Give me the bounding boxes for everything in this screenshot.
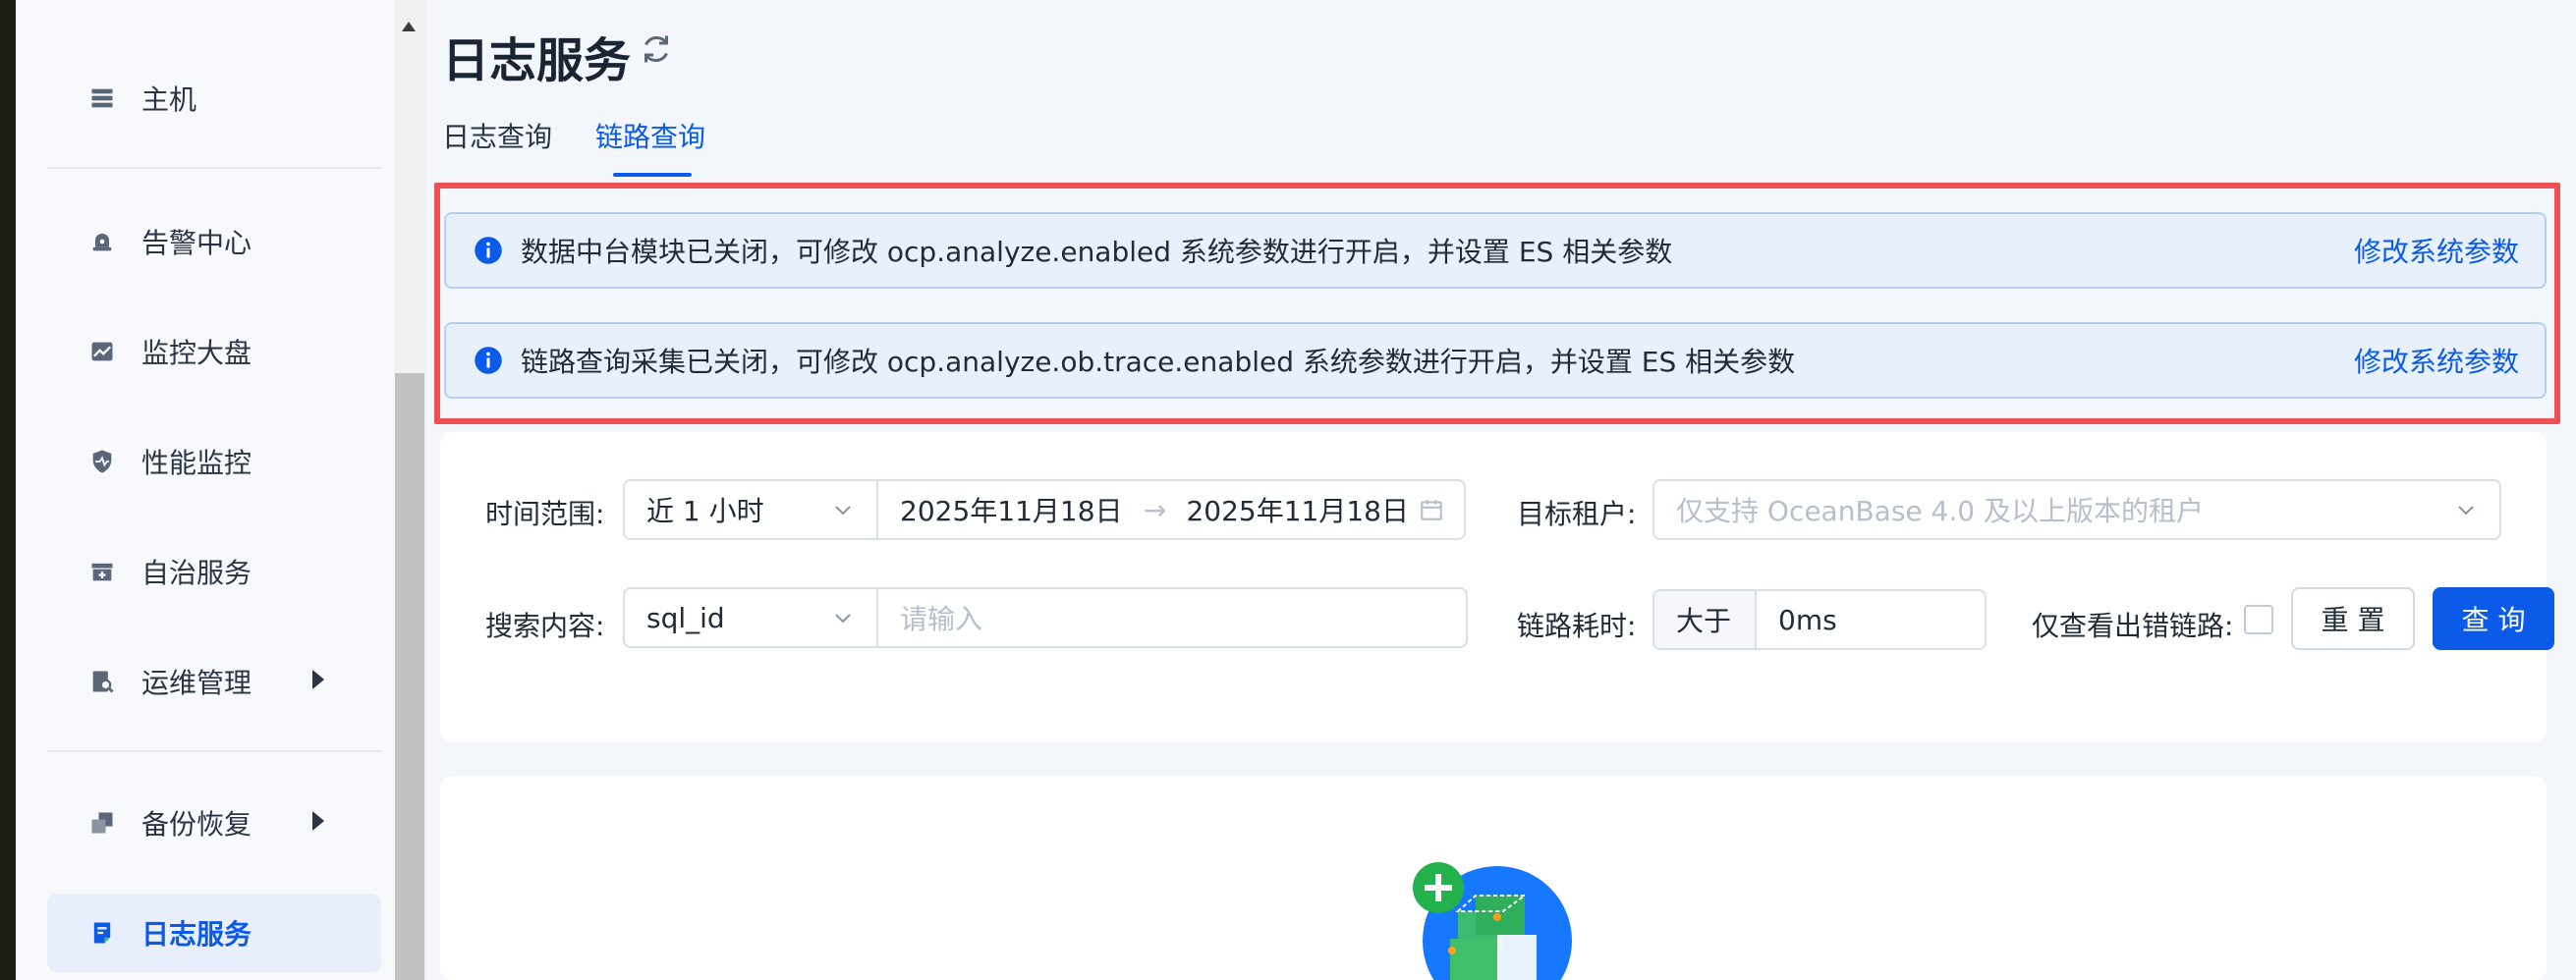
chart-icon [84,334,120,369]
search-placeholder: 请输入 [900,603,983,635]
sidebar-divider [47,167,381,169]
sidebar-item-performance-monitor[interactable]: 性能监控 [47,422,381,501]
search-content-label: 搜索内容: [485,610,605,642]
search-field-value: sql_id [646,601,725,634]
sidebar-item-label: 运维管理 [141,667,252,699]
caret-right-icon [312,670,324,689]
chevron-down-icon [835,506,851,516]
query-button[interactable]: 查 询 [2433,587,2554,650]
sidebar-item-log-service[interactable]: 日志服务 [47,894,381,972]
sidebar-item-label: 备份恢复 [141,808,252,841]
sidebar-item-label: 日志服务 [141,918,252,951]
duration-operator-value: 大于 [1676,605,1732,637]
start-time-input[interactable]: 2025年11月18日 0 [900,490,1128,529]
scrollbar-thumb[interactable] [395,373,424,980]
sidebar-divider [47,750,381,752]
sidebar: 主机 告警中心 监控大盘 性能监控 自治服务 运维管理 备份恢复 日志服务 [16,0,394,980]
error-only-checkbox[interactable] [2244,605,2273,634]
caret-right-icon [312,811,324,831]
search-document-icon [84,664,120,699]
sidebar-item-label: 主机 [141,83,197,116]
sidebar-item-host[interactable]: 主机 [47,59,381,137]
target-tenant-label: 目标租户: [1517,498,1637,530]
time-range-value: 近 1 小时 [646,495,764,527]
server-icon [84,81,120,116]
page-title: 日志服务 [442,33,632,88]
active-tab-indicator [613,173,692,177]
duration-value: 0ms [1778,603,1837,636]
tab-trace-query[interactable]: 链路查询 [595,116,705,155]
target-tenant-select[interactable]: 仅支持 OceanBase 4.0 及以上版本的租户 [1652,479,2501,540]
tenant-placeholder: 仅支持 OceanBase 4.0 及以上版本的租户 [1676,495,2204,527]
sidebar-item-label: 监控大盘 [141,337,252,369]
toolbox-icon [84,554,120,589]
sidebar-item-alarm-center[interactable]: 告警中心 [47,202,381,281]
sidebar-item-backup-restore[interactable]: 备份恢复 [47,784,381,862]
sidebar-item-monitor-dashboard[interactable]: 监控大盘 [47,312,381,391]
search-input[interactable]: 请输入 [876,587,1468,648]
duration-input[interactable]: 0ms [1755,589,1987,650]
scroll-up-arrow-icon[interactable] [402,22,416,31]
empty-state-illustration [1413,862,1572,980]
annotation-highlight-box [434,183,2560,424]
window-left-edge [0,0,16,980]
alarm-icon [84,224,120,259]
sidebar-scrollbar[interactable] [394,0,425,980]
calendar-icon [1421,500,1442,520]
chevron-down-icon [2458,506,2474,516]
time-range-label: 时间范围: [485,498,605,530]
duration-operator[interactable]: 大于 [1652,589,1757,650]
reset-button[interactable]: 重 置 [2291,587,2415,650]
sidebar-item-autonomous-service[interactable]: 自治服务 [47,532,381,611]
tab-log-query[interactable]: 日志查询 [442,116,552,155]
sidebar-item-label: 自治服务 [141,557,252,589]
shield-pulse-icon [84,444,120,479]
sidebar-item-label: 告警中心 [141,227,252,259]
trace-duration-label: 链路耗时: [1517,610,1637,642]
error-only-label: 仅查看出错链路: [2032,610,2234,642]
sidebar-item-label: 性能监控 [141,447,252,479]
refresh-icon[interactable] [639,31,674,67]
date-range-picker[interactable]: 2025年11月18日 0 → 2025年11月18日 1 [876,479,1466,540]
end-time-input[interactable]: 2025年11月18日 1 [1186,490,1414,529]
log-icon [84,915,120,951]
range-arrow: → [1144,493,1167,526]
chevron-down-icon [835,614,851,624]
copy-icon [84,805,120,841]
sidebar-item-ops-management[interactable]: 运维管理 [47,642,381,721]
